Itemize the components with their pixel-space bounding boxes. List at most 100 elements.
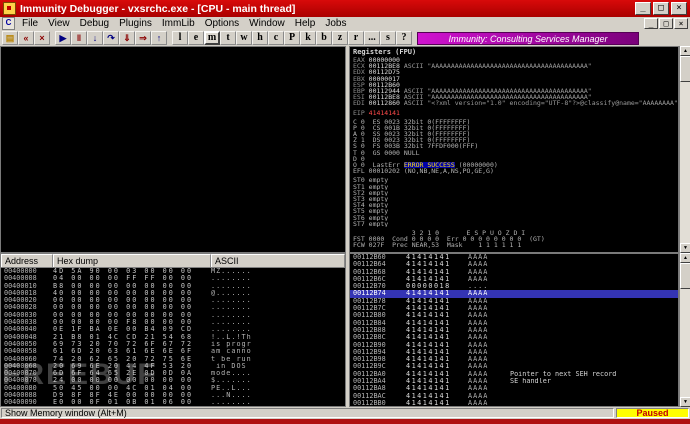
menu-item-view[interactable]: View: [43, 17, 75, 30]
dump-row[interactable]: 00400078 24 00 00 00 00 00 00 00 $.......: [1, 377, 345, 384]
stack-pane[interactable]: 00112B60 41414141 AAAA 00112B64 41414141 AAAA…: [349, 253, 679, 407]
scrollbar-thumb[interactable]: [680, 263, 690, 289]
open-file-button[interactable]: ▤: [2, 31, 18, 45]
toolbar-letter-button-6[interactable]: c: [268, 31, 284, 45]
close-button[interactable]: ×: [671, 2, 687, 15]
dump-row[interactable]: 00400030 00 00 00 00 00 00 00 00........: [1, 312, 345, 319]
dump-row[interactable]: 00400048 21 B8 01 4C CD 21 54 68 !..L.!Th: [1, 334, 345, 341]
toolbar-letter-button-10[interactable]: z: [332, 31, 348, 45]
toolbar-letter-button-14[interactable]: ?: [396, 31, 412, 45]
menu-item-jobs[interactable]: Jobs: [320, 17, 351, 30]
dump-row[interactable]: 00400020 00 00 00 00 00 00 00 00........: [1, 297, 345, 304]
scroll-up-icon[interactable]: ▲: [680, 253, 690, 263]
minimize-button[interactable]: _: [635, 2, 651, 15]
menu-item-immlib[interactable]: ImmLib: [157, 17, 200, 30]
stack-row[interactable]: 00112B74 41414141 AAAA: [350, 290, 678, 298]
dump-row[interactable]: 00400080 50 45 00 00 4C 01 04 00 PE..L...: [1, 385, 345, 392]
scroll-up-icon[interactable]: ▲: [680, 46, 690, 56]
toolbar-letter-button-8[interactable]: k: [300, 31, 316, 45]
stack-row[interactable]: 00112BA4 41414141 AAAA SE handler: [350, 378, 678, 385]
child-minimize-button[interactable]: _: [644, 18, 658, 29]
registers-scrollbar[interactable]: ▲ ▼: [679, 46, 690, 253]
dump-row[interactable]: 00400068 20 69 6E 20 44 4F 53 20 in DOS: [1, 363, 345, 370]
menu-item-plugins[interactable]: Plugins: [114, 17, 157, 30]
dump-row[interactable]: 00400000 4D 5A 90 00 03 00 00 00 MZ......: [1, 268, 345, 275]
stack-row[interactable]: 00112B68 41414141 AAAA: [350, 269, 678, 276]
toolbar-letter-button-4[interactable]: w: [236, 31, 252, 45]
dump-row[interactable]: 00400038 00 00 00 00 F8 00 00 00........: [1, 319, 345, 326]
menu-item-window[interactable]: Window: [244, 17, 290, 30]
stack-row[interactable]: 00112B78 41414141 AAAA: [350, 298, 678, 305]
registers-pane[interactable]: Registers (FPU) EAX 00000000 ECX 00112BE8…: [349, 46, 679, 253]
dump-row[interactable]: 00400070 6D 6F 64 65 2E 0D 0D 0A mode....: [1, 370, 345, 377]
stack-row[interactable]: 00112B80 41414141 AAAA: [350, 312, 678, 319]
toolbar-letter-button-7[interactable]: P: [284, 31, 300, 45]
stack-row[interactable]: 00112B8C 41414141 AAAA: [350, 334, 678, 341]
scroll-down-icon[interactable]: ▼: [680, 397, 690, 407]
trace-over-button[interactable]: ⇒: [135, 31, 151, 45]
dump-row[interactable]: 00400040 0E 1F BA 0E 00 B4 09 CD........: [1, 326, 345, 333]
cpu-window-icon[interactable]: C: [2, 17, 15, 30]
menu-item-options[interactable]: Options: [200, 17, 244, 30]
register-row-edi[interactable]: EDI 00112860 ASCII "<?xml version="1.0" …: [350, 100, 678, 106]
execute-till-return-button[interactable]: ↑: [151, 31, 167, 45]
scroll-down-icon[interactable]: ▼: [680, 243, 690, 253]
stack-row[interactable]: 00112BA8 41414141 AAAA: [350, 385, 678, 392]
dump-row[interactable]: 00400018 40 00 00 00 00 00 00 00 @.......: [1, 290, 345, 297]
dump-hex: 00 00 00 00 00 00 00 00: [53, 297, 194, 305]
stack-row[interactable]: 00112B60 41414141 AAAA: [350, 254, 678, 261]
menu-item-file[interactable]: File: [17, 17, 43, 30]
run-button[interactable]: ▶: [55, 31, 71, 45]
toolbar-letter-button-11[interactable]: r: [348, 31, 364, 45]
dump-row[interactable]: 00400058 61 6D 20 63 61 6E 6E 6F am canno: [1, 348, 345, 355]
stack-row[interactable]: 00112B7C 41414141 AAAA: [350, 305, 678, 312]
child-close-button[interactable]: ×: [674, 18, 688, 29]
stack-row[interactable]: 00112B98 41414141 AAAA: [350, 356, 678, 363]
stack-row[interactable]: 00112BB0 41414141 AAAA: [350, 400, 678, 406]
toolbar-letter-button-1[interactable]: e: [188, 31, 204, 45]
disassembly-pane[interactable]: [0, 46, 346, 253]
dump-row[interactable]: 00400008 04 00 00 00 FF FF 00 00........: [1, 275, 345, 282]
stack-row[interactable]: 00112B88 41414141 AAAA: [350, 327, 678, 334]
toolbar-letter-button-3[interactable]: t: [220, 31, 236, 45]
trace-into-button[interactable]: ⇓: [119, 31, 135, 45]
close-program-button[interactable]: ×: [34, 31, 50, 45]
toolbar-letter-button-0[interactable]: l: [172, 31, 188, 45]
child-restore-button[interactable]: □: [659, 18, 673, 29]
maximize-button[interactable]: □: [653, 2, 669, 15]
scrollbar-thumb[interactable]: [680, 56, 690, 82]
stack-row[interactable]: 00112B9C 41414141 AAAA: [350, 363, 678, 370]
toolbar-letter-button-13[interactable]: s: [380, 31, 396, 45]
step-into-button[interactable]: ↓: [87, 31, 103, 45]
register-name: EIP: [353, 109, 369, 116]
dump-row[interactable]: 00400028 00 00 00 00 00 00 00 00........: [1, 304, 345, 311]
restart-button[interactable]: «: [18, 31, 34, 45]
run-icon: ▶: [59, 33, 67, 43]
toolbar-letter-button-9[interactable]: b: [316, 31, 332, 45]
stack-scrollbar[interactable]: ▲ ▼: [679, 253, 690, 407]
memory-dump-pane[interactable]: Address Hex dump ASCII 00400000 4D 5A 90 …: [0, 253, 346, 407]
stack-row[interactable]: 00112B84 41414141 AAAA: [350, 320, 678, 327]
dump-row[interactable]: 00400010 B8 00 00 00 00 00 00 00........: [1, 283, 345, 290]
stack-row[interactable]: 00112BAC 41414141 AAAA: [350, 393, 678, 400]
stack-row[interactable]: 00112B90 41414141 AAAA: [350, 342, 678, 349]
stack-row[interactable]: 00112B64 41414141 AAAA: [350, 261, 678, 268]
menu-item-help[interactable]: Help: [290, 17, 321, 30]
menu-item-debug[interactable]: Debug: [75, 17, 114, 30]
app-icon[interactable]: [3, 2, 16, 15]
dump-row[interactable]: 00400060 74 20 62 65 20 72 75 6E t be run: [1, 356, 345, 363]
stack-row[interactable]: 00112B70 00000018....: [350, 283, 678, 290]
toolbar-letter-button-5[interactable]: h: [252, 31, 268, 45]
step-over-button[interactable]: ↷: [103, 31, 119, 45]
pause-button[interactable]: ‖: [71, 31, 87, 45]
dump-row[interactable]: 00400050 69 73 20 70 72 6F 67 72 is progr: [1, 341, 345, 348]
stack-value: 41414141: [406, 275, 451, 283]
dump-row[interactable]: 00400090 E0 00 0F 01 0B 01 06 00........: [1, 399, 345, 406]
stack-row[interactable]: 00112B6C 41414141 AAAA: [350, 276, 678, 283]
dump-row[interactable]: 00400088 D9 8F 8F 4E 00 00 00 00 ...N....: [1, 392, 345, 399]
stack-row[interactable]: 00112B94 41414141 AAAA: [350, 349, 678, 356]
toolbar-letter-button-12[interactable]: ...: [364, 31, 380, 45]
stack-row[interactable]: 00112BA0 41414141 AAAA Pointer to next SEH …: [350, 371, 678, 378]
toolbar-letter-button-2[interactable]: m: [204, 31, 220, 45]
title-bar: Immunity Debugger - vxsrchc.exe - [CPU -…: [0, 0, 690, 17]
